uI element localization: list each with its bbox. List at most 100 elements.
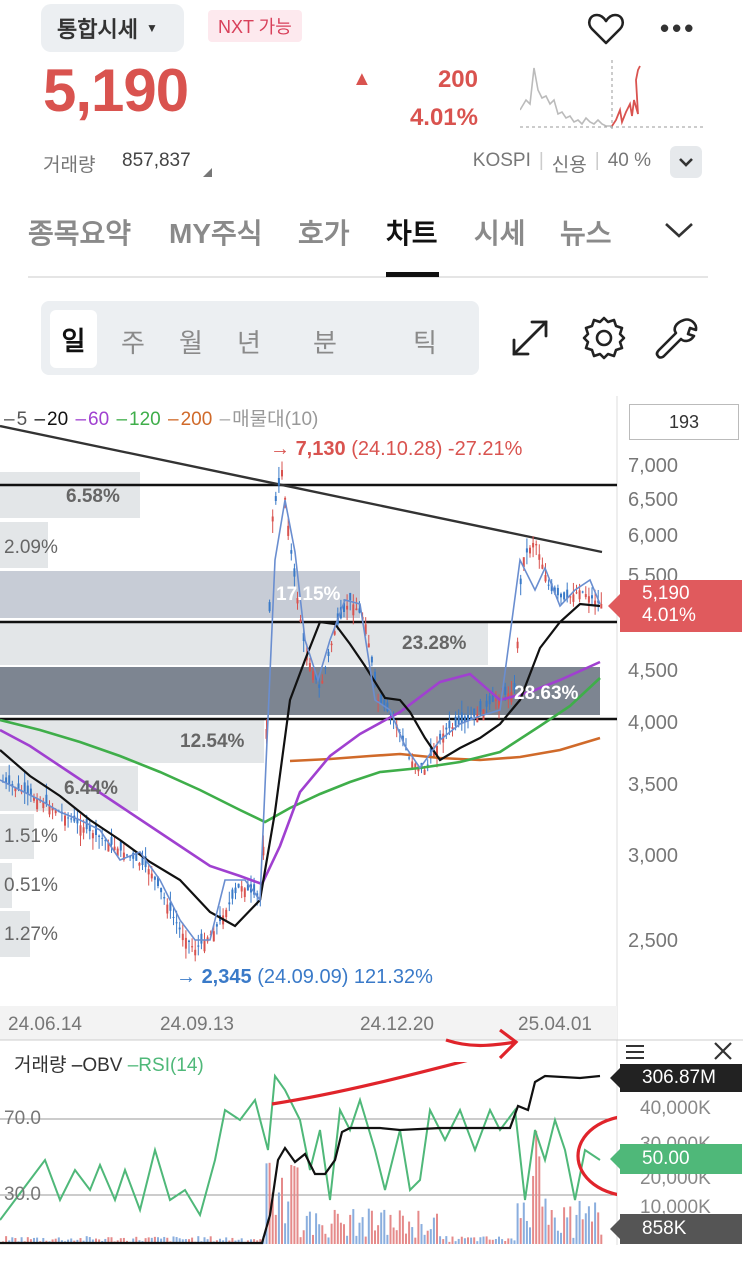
candle-body: [163, 897, 166, 899]
candle-body: [324, 667, 327, 669]
candle-body: [166, 904, 169, 914]
period-tick[interactable]: 틱: [413, 323, 437, 360]
volume-bar: [491, 1239, 494, 1244]
settings-gear-icon[interactable]: [580, 314, 628, 362]
period-minute[interactable]: 분: [313, 323, 337, 360]
candle-body: [426, 764, 429, 766]
profile-pct-label: 6.44%: [64, 778, 118, 799]
volume-bar: [389, 1214, 392, 1244]
volume-bar: [336, 1213, 339, 1244]
candle-body: [293, 568, 296, 577]
current-price-tag-pct: 4.01%: [642, 605, 696, 626]
indicator-legend: 거래량 –OBV –RSI(14): [14, 1055, 204, 1076]
candle-body: [535, 544, 538, 546]
arrow-right-icon: →: [270, 438, 290, 460]
volume-bar: [398, 1210, 401, 1244]
period-year[interactable]: 년: [237, 323, 261, 360]
volume-bar: [510, 1238, 513, 1244]
candle-count-box[interactable]: 193: [629, 404, 739, 440]
volume-bar: [352, 1209, 355, 1244]
volume-bar: [587, 1206, 590, 1244]
candle-body: [8, 775, 11, 785]
tab-quotes[interactable]: 시세: [474, 212, 526, 252]
volume-bar: [290, 1164, 293, 1244]
volume-bar: [594, 1202, 597, 1244]
x-tick: 24.12.20: [360, 1014, 434, 1035]
period-low-label: → 2,345 (24.09.09) 121.32%: [176, 966, 433, 989]
wrench-icon[interactable]: [654, 314, 702, 362]
credit-label: 신용: [551, 155, 587, 176]
tab-orderbook[interactable]: 호가: [298, 212, 350, 252]
close-icon[interactable]: [712, 1040, 734, 1062]
legend-volume: 거래량: [14, 1055, 67, 1076]
legend-ma20: 20: [47, 409, 69, 430]
market-selector-button[interactable]: 통합시세 ▼: [41, 4, 184, 52]
volume-bar: [460, 1236, 463, 1244]
candle-body: [563, 592, 566, 600]
candle-body: [181, 933, 184, 941]
candle-body: [178, 927, 181, 930]
volume-bar: [550, 1210, 553, 1244]
profile-pct-label: 12.54%: [180, 731, 245, 752]
period-selector: 일 주 월 년 분 틱: [41, 301, 479, 375]
volume-bar: [448, 1241, 451, 1244]
candle-body: [203, 940, 206, 952]
high-detail: (24.10.28) -27.21%: [351, 438, 523, 460]
volume-bar: [467, 1237, 469, 1244]
volume-bar: [575, 1214, 578, 1244]
more-options-icon[interactable]: •••: [660, 13, 704, 43]
volume-bar: [436, 1213, 438, 1244]
chevron-down-icon[interactable]: [662, 218, 696, 242]
volume-bar: [299, 1237, 302, 1244]
volume-bar: [274, 1214, 277, 1244]
period-day[interactable]: 일: [50, 310, 97, 368]
heart-icon[interactable]: [586, 9, 626, 49]
expand-header-button[interactable]: [670, 146, 702, 178]
volume-bar: [454, 1241, 457, 1244]
legend-obv: OBV: [82, 1055, 123, 1076]
tab-news[interactable]: 뉴스: [560, 212, 612, 252]
candle-body: [284, 497, 287, 500]
candle-body: [485, 700, 488, 707]
candle-body: [408, 757, 411, 759]
period-week[interactable]: 주: [121, 323, 145, 360]
volume-bar: [358, 1222, 361, 1244]
indicator-chart[interactable]: [0, 1062, 617, 1247]
volume-bar: [494, 1238, 497, 1244]
volume-bar: [395, 1230, 398, 1244]
volume-bar: [392, 1227, 395, 1244]
volume-bar: [318, 1224, 321, 1244]
volume-bar: [476, 1241, 479, 1244]
volume-bar: [485, 1236, 488, 1244]
volume-bar: [507, 1238, 510, 1244]
tab-summary[interactable]: 종목요약: [28, 212, 131, 252]
y-tick: 4,000: [628, 712, 679, 734]
candle-body: [48, 805, 51, 815]
volume-bar: [420, 1224, 423, 1244]
candle-body: [225, 909, 228, 918]
fullscreen-icon[interactable]: [506, 314, 554, 362]
candle-body: [349, 592, 352, 601]
menu-icon[interactable]: [624, 1042, 646, 1062]
volume-bar: [287, 1201, 290, 1244]
candle-body: [479, 701, 482, 712]
tab-chart[interactable]: 차트: [386, 212, 438, 252]
volume-bar: [324, 1233, 327, 1244]
volume-bar: [501, 1239, 504, 1244]
volume-bar: [383, 1209, 386, 1244]
candle-body: [234, 887, 237, 894]
candle-body: [70, 818, 73, 820]
volume-bar: [529, 1227, 531, 1244]
legend-ma120: 120: [129, 409, 161, 430]
period-month[interactable]: 월: [179, 323, 203, 360]
candle-body: [110, 837, 113, 845]
market-info: KOSPI | 신용 | 40 %: [473, 150, 651, 177]
candle-body: [290, 550, 293, 554]
volume-bar: [417, 1210, 420, 1244]
tab-my-stock[interactable]: MY주식: [169, 212, 263, 252]
volume-bar: [544, 1198, 547, 1244]
volume-bar: [302, 1230, 305, 1244]
candle-body: [600, 604, 603, 609]
volume-bar: [479, 1237, 482, 1244]
current-price-tag-value: 5,190: [642, 583, 690, 604]
